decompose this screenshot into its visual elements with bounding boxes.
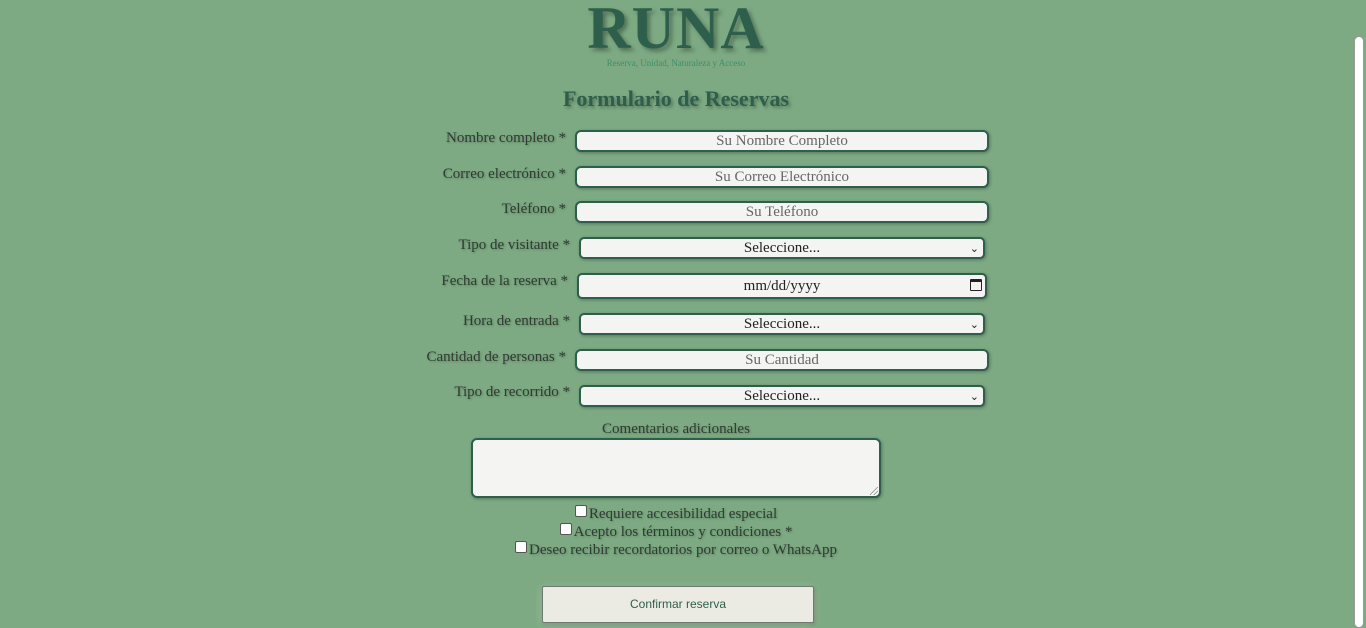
scrollbar-thumb[interactable] xyxy=(1354,36,1364,628)
entry-time-value: Seleccione... xyxy=(743,316,821,332)
logo: RUNA xyxy=(587,0,765,61)
entry-time-select[interactable]: Seleccione... ⌄ xyxy=(579,313,985,335)
tour-type-label: Tipo de recorrido * xyxy=(454,384,570,400)
people-label: Cantidad de personas * xyxy=(426,349,566,365)
name-label: Nombre completo * xyxy=(446,130,566,146)
phone-label: Teléfono * xyxy=(501,201,566,217)
comments-label: Comentarios adicionales xyxy=(602,421,750,437)
phone-input[interactable]: Su Teléfono xyxy=(575,201,989,223)
terms-option: Acepto los términos y condiciones * xyxy=(0,523,1352,541)
tagline: Reserva, Unidad, Naturaleza y Acceso xyxy=(606,58,746,68)
chevron-down-icon: ⌄ xyxy=(969,390,979,403)
email-input[interactable]: Su Correo Electrónico xyxy=(575,166,989,188)
terms-label: Acepto los términos y condiciones * xyxy=(573,524,793,540)
tour-type-select[interactable]: Seleccione... ⌄ xyxy=(579,385,985,407)
form-title: Formulario de Reservas xyxy=(562,86,790,111)
accessibility-label: Requiere accesibilidad especial xyxy=(588,506,778,522)
chevron-down-icon: ⌄ xyxy=(969,242,979,255)
reservation-page: RUNA Reserva, Unidad, Naturaleza y Acces… xyxy=(0,0,1366,628)
terms-checkbox[interactable] xyxy=(559,523,572,535)
email-label: Correo electrónico * xyxy=(442,166,566,182)
name-input[interactable]: Su Nombre Completo xyxy=(575,130,989,152)
reminders-checkbox[interactable] xyxy=(515,541,528,553)
accessibility-option: Requiere accesibilidad especial xyxy=(0,505,1352,523)
scrollbar[interactable] xyxy=(1352,0,1366,628)
visitor-type-label: Tipo de visitante * xyxy=(458,237,570,253)
reminders-option: Deseo recibir recordatorios por correo o… xyxy=(0,541,1352,559)
tour-type-value: Seleccione... xyxy=(743,388,821,404)
reminders-label: Deseo recibir recordatorios por correo o… xyxy=(529,542,837,558)
chevron-down-icon: ⌄ xyxy=(969,318,979,331)
confirm-reservation-button[interactable]: Confirmar reserva xyxy=(542,586,814,623)
visitor-type-value: Seleccione... xyxy=(743,240,821,256)
resize-handle-icon[interactable] xyxy=(870,487,878,495)
entry-time-label: Hora de entrada * xyxy=(462,313,570,329)
accessibility-checkbox[interactable] xyxy=(574,505,587,517)
date-value: mm/dd/yyyy xyxy=(743,278,821,294)
visitor-type-select[interactable]: Seleccione... ⌄ xyxy=(579,237,985,259)
calendar-icon[interactable] xyxy=(970,279,982,291)
date-input[interactable]: mm/dd/yyyy xyxy=(577,273,987,299)
comments-textarea[interactable] xyxy=(471,438,881,498)
date-label: Fecha de la reserva * xyxy=(441,273,568,289)
people-input[interactable]: Su Cantidad xyxy=(575,349,989,371)
